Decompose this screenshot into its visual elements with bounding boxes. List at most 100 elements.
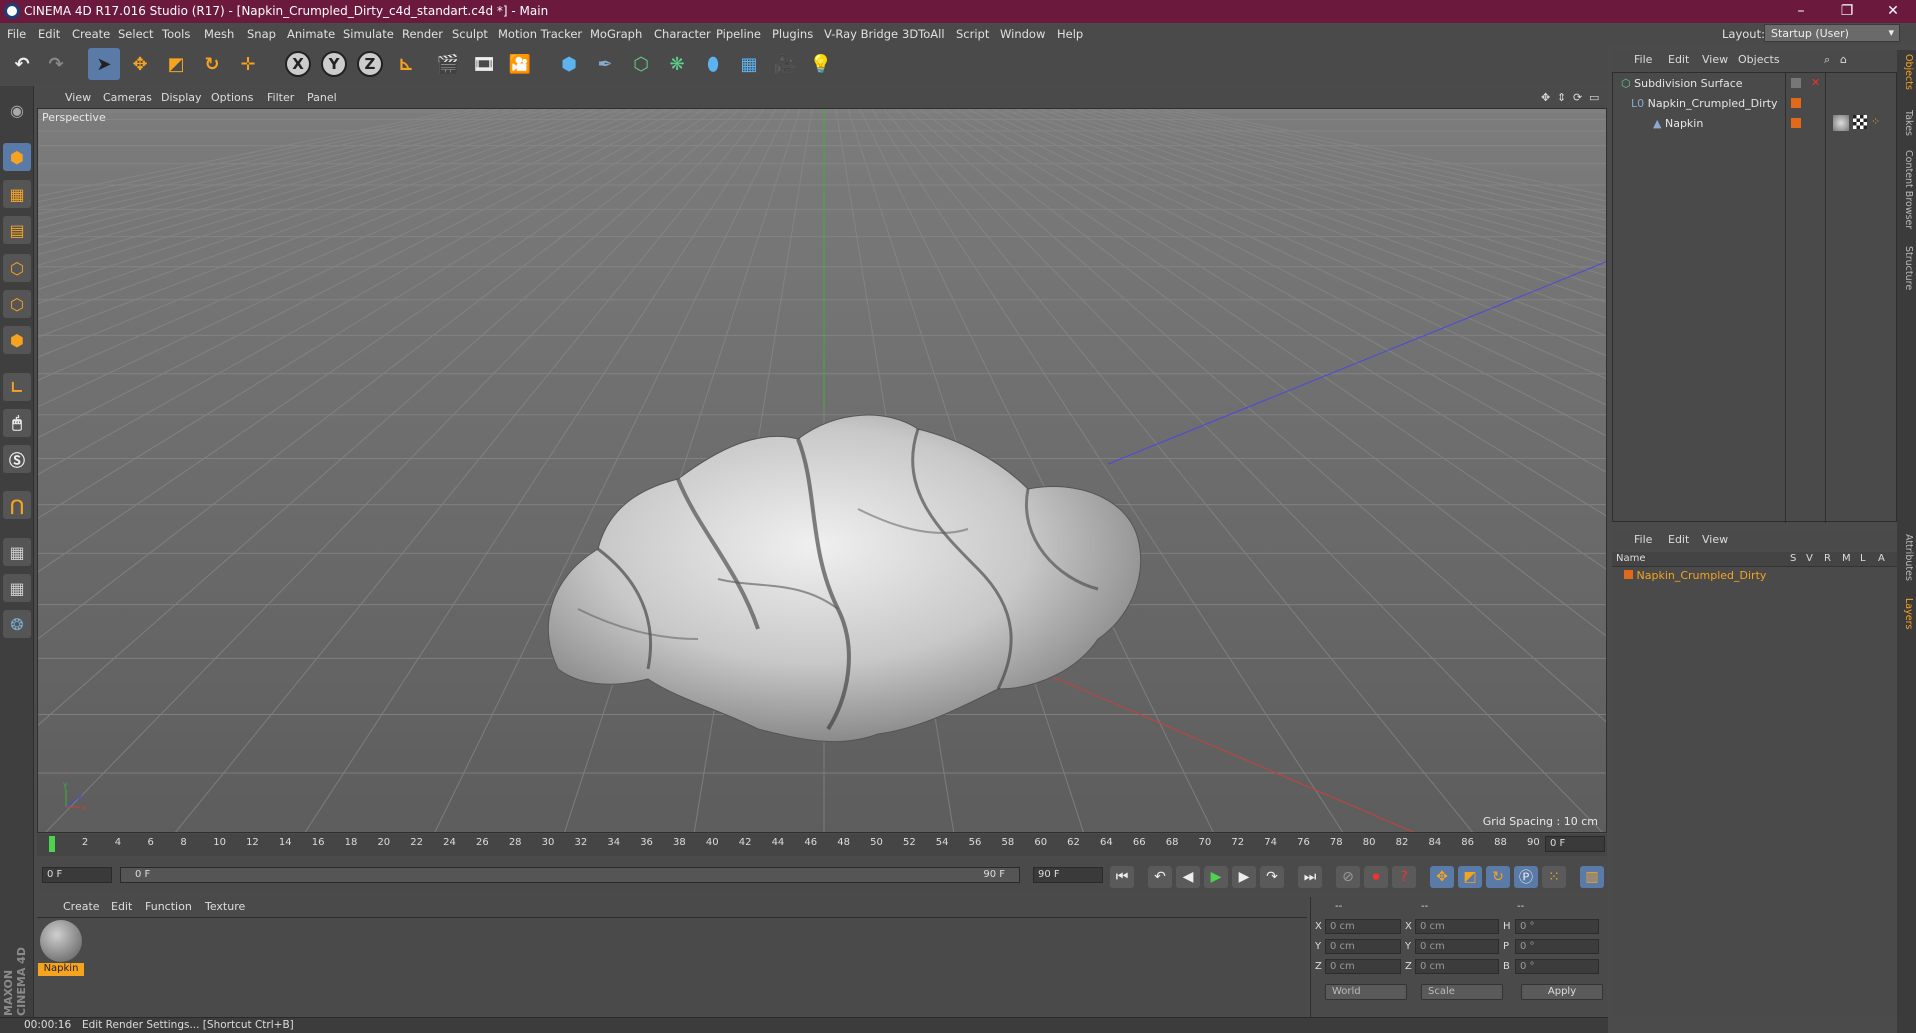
layers-menu-view[interactable]: View xyxy=(1702,533,1728,546)
timeline-ruler[interactable]: 0246810121416182022242628303234363840424… xyxy=(37,834,1607,856)
playhead[interactable] xyxy=(49,836,55,852)
key-rotation-button[interactable]: ↻ xyxy=(1486,866,1510,888)
python-button[interactable]: ❂ xyxy=(3,610,31,638)
object-row-subdivision-surface[interactable]: ⬡ Subdivision Surface xyxy=(1621,77,1743,90)
add-deformer-button[interactable]: ⬮ xyxy=(697,48,729,80)
menu-window[interactable]: Window xyxy=(1000,27,1045,41)
layer-color-icon[interactable] xyxy=(1791,118,1801,128)
layers-menu-edit[interactable]: Edit xyxy=(1668,533,1689,546)
menu-mograph[interactable]: MoGraph xyxy=(590,27,642,41)
start-frame-field[interactable]: 0 F xyxy=(42,867,112,883)
viewport-menu-options[interactable]: Options xyxy=(211,91,253,104)
render-view-button[interactable]: 🎬 xyxy=(432,48,464,80)
add-camera-button[interactable]: 🎥 xyxy=(769,48,801,80)
autokey-button[interactable]: ? xyxy=(1392,866,1416,888)
menu-create[interactable]: Create xyxy=(72,27,110,41)
size-x-field[interactable]: 0 cm xyxy=(1415,919,1499,934)
add-floor-button[interactable]: ▦ xyxy=(733,48,765,80)
key-pla-button[interactable]: ⁙ xyxy=(1542,866,1566,888)
render-settings-button[interactable]: 🎦 xyxy=(504,48,536,80)
goto-end-button[interactable]: ⏭ xyxy=(1298,866,1322,888)
axis-mode-button[interactable]: ∟ xyxy=(3,373,31,401)
key-scale-button[interactable]: ◩ xyxy=(1458,866,1482,888)
material-menu-edit[interactable]: Edit xyxy=(111,900,132,913)
search-icon[interactable]: ⌕ xyxy=(1824,53,1830,67)
key-parameter-button[interactable]: Ⓟ xyxy=(1514,866,1538,888)
menu-plugins[interactable]: Plugins xyxy=(772,27,813,41)
texture-mode-button[interactable]: ▦ xyxy=(3,180,31,208)
menu-pipeline[interactable]: Pipeline xyxy=(716,27,761,41)
viewport-pan-icon[interactable]: ✥ xyxy=(1541,91,1550,104)
viewport-menu-display[interactable]: Display xyxy=(161,91,202,104)
scale-tool[interactable]: ◩ xyxy=(160,48,192,80)
layer-row-napkin-crumpled-dirty[interactable]: Napkin_Crumpled_Dirty xyxy=(1624,569,1766,582)
phong-tag-icon[interactable]: ⁘ xyxy=(1871,115,1880,128)
menu-tools[interactable]: Tools xyxy=(162,27,190,41)
prev-frame-button[interactable]: ◀ xyxy=(1176,866,1200,888)
rot-b-field[interactable]: 0 ° xyxy=(1515,959,1599,974)
menu-select[interactable]: Select xyxy=(118,27,153,41)
points-mode-button[interactable]: ⬡ xyxy=(3,254,31,282)
minimize-button[interactable]: – xyxy=(1778,0,1824,23)
objects-menu-view[interactable]: View xyxy=(1702,53,1728,66)
tab-attributes[interactable]: Attributes xyxy=(1899,534,1914,581)
pos-z-field[interactable]: 0 cm xyxy=(1325,959,1401,974)
motion-record-button[interactable]: ⊘ xyxy=(1336,866,1360,888)
make-editable-button[interactable]: ◉ xyxy=(3,96,31,124)
menu-file[interactable]: File xyxy=(7,27,26,41)
z-axis-toggle[interactable]: Z xyxy=(354,48,386,80)
menu-3dtoall[interactable]: 3DToAll xyxy=(902,27,945,41)
layer-color-icon[interactable] xyxy=(1791,78,1801,88)
disabled-x-icon[interactable]: ✕ xyxy=(1811,76,1820,89)
tweak-mode-button[interactable]: 🖱 xyxy=(3,409,31,437)
next-frame-button[interactable]: ▶ xyxy=(1232,866,1256,888)
redo-button[interactable]: ↷ xyxy=(40,48,72,80)
viewport-menu-panel[interactable]: Panel xyxy=(307,91,337,104)
add-subdivision-surface-button[interactable]: ⬡ xyxy=(625,48,657,80)
tab-structure[interactable]: Structure xyxy=(1899,246,1914,290)
layer-color-icon[interactable] xyxy=(1791,98,1801,108)
key-position-button[interactable]: ✥ xyxy=(1430,866,1454,888)
coord-mode-dropdown[interactable]: World xyxy=(1325,984,1407,1000)
material-preview-napkin[interactable] xyxy=(40,920,82,962)
planar-workplane-button[interactable]: ▦ xyxy=(3,574,31,602)
rot-p-field[interactable]: 0 ° xyxy=(1515,939,1599,954)
menu-snap[interactable]: Snap xyxy=(247,27,276,41)
tab-content-browser[interactable]: Content Browser xyxy=(1899,150,1914,229)
snap-button[interactable]: ⋂ xyxy=(3,491,31,519)
material-menu-function[interactable]: Function xyxy=(145,900,192,913)
undo-button[interactable]: ↶ xyxy=(6,48,38,80)
edges-mode-button[interactable]: ⬡ xyxy=(3,290,31,318)
menu-animate[interactable]: Animate xyxy=(287,27,335,41)
home-icon[interactable]: ⌂ xyxy=(1840,53,1847,66)
move-tool[interactable]: ✥ xyxy=(124,48,156,80)
x-axis-toggle[interactable]: X xyxy=(282,48,314,80)
close-button[interactable]: ✕ xyxy=(1870,0,1916,23)
object-row-napkin-crumpled-dirty[interactable]: L0 Napkin_Crumpled_Dirty xyxy=(1631,97,1778,110)
last-tool[interactable]: ✛ xyxy=(232,48,264,80)
menu-vray-bridge[interactable]: V-Ray Bridge xyxy=(824,27,898,41)
material-tag-icon[interactable] xyxy=(1833,115,1849,131)
tab-layers[interactable]: Layers xyxy=(1899,598,1914,629)
lock-workplane-button[interactable]: ▦ xyxy=(3,538,31,566)
rotate-tool[interactable]: ↻ xyxy=(196,48,228,80)
menu-script[interactable]: Script xyxy=(956,27,989,41)
add-cloner-button[interactable]: ❋ xyxy=(661,48,693,80)
play-button[interactable]: ▶ xyxy=(1204,866,1228,888)
add-light-button[interactable]: 💡 xyxy=(805,48,837,80)
model-mode-button[interactable]: ⬢ xyxy=(3,143,31,171)
menu-help[interactable]: Help xyxy=(1057,27,1083,41)
y-axis-toggle[interactable]: Y xyxy=(318,48,350,80)
objects-menu-objects[interactable]: Objects xyxy=(1738,53,1780,66)
viewport-menu-cameras[interactable]: Cameras xyxy=(103,91,152,104)
viewport-maximize-icon[interactable]: ▭ xyxy=(1589,91,1599,104)
object-row-napkin[interactable]: ▲ Napkin xyxy=(1653,117,1703,130)
menu-render[interactable]: Render xyxy=(402,27,443,41)
maximize-button[interactable]: ❐ xyxy=(1824,0,1870,23)
menu-sculpt[interactable]: Sculpt xyxy=(452,27,488,41)
add-pen-spline-button[interactable]: ✒ xyxy=(589,48,621,80)
preview-range-slider[interactable]: 0 F 90 F xyxy=(120,867,1020,883)
polygons-mode-button[interactable]: ⬢ xyxy=(3,326,31,354)
material-menu-create[interactable]: Create xyxy=(63,900,100,913)
goto-next-key-button[interactable]: ↷ xyxy=(1260,866,1284,888)
